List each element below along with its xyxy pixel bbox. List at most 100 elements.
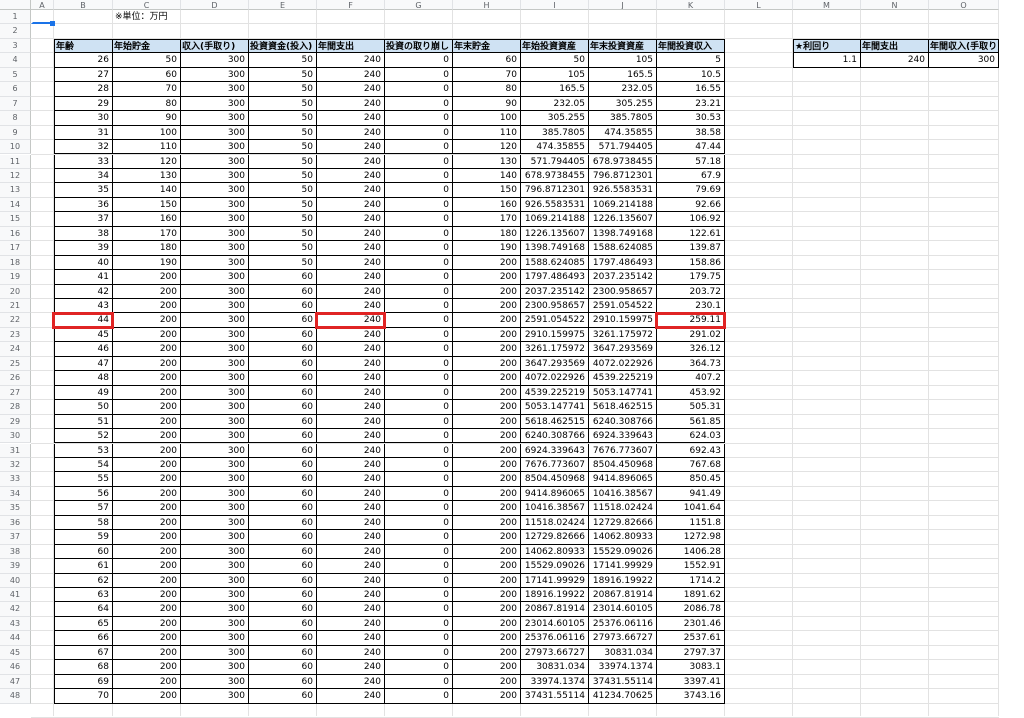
table-cell[interactable]: 50 <box>249 212 317 227</box>
table-cell[interactable]: 8504.450968 <box>589 457 657 473</box>
table-cell[interactable]: 41234.70625 <box>589 689 657 704</box>
table-cell[interactable]: 11518.02424 <box>589 501 657 516</box>
table-cell[interactable]: 50 <box>249 241 317 256</box>
column-header-e[interactable]: E <box>249 0 317 10</box>
table-cell[interactable]: 240 <box>317 212 385 227</box>
table-cell[interactable]: 20867.81914 <box>589 588 657 603</box>
table-cell[interactable]: 33974.1374 <box>589 660 657 675</box>
table-cell[interactable]: 240 <box>317 140 385 155</box>
column-header-k[interactable]: K <box>657 0 725 10</box>
table-cell[interactable]: 47.44 <box>657 140 725 155</box>
table-cell[interactable]: 10416.38567 <box>521 501 589 516</box>
table-cell[interactable]: 300 <box>181 212 249 227</box>
table-cell[interactable]: 69 <box>54 674 113 690</box>
table-cell[interactable]: 60 <box>249 486 317 502</box>
table-cell[interactable]: 200 <box>453 270 521 285</box>
table-cell[interactable]: 50 <box>249 82 317 97</box>
table-cell[interactable]: 158.86 <box>657 255 725 271</box>
table-cell[interactable]: 240 <box>317 486 385 502</box>
table-cell[interactable]: 1398.749168 <box>521 241 589 256</box>
table-cell[interactable]: 200 <box>453 371 521 386</box>
table-cell[interactable]: 3647.293569 <box>589 342 657 357</box>
row-header[interactable]: 10 <box>0 140 31 155</box>
table-cell[interactable]: 150 <box>453 183 521 198</box>
table-cell[interactable]: 56 <box>54 486 113 502</box>
column-header-f[interactable]: F <box>317 0 385 10</box>
table-cell[interactable]: 3743.16 <box>657 689 725 704</box>
table-cell[interactable]: 200 <box>453 588 521 603</box>
table-cell[interactable]: 0 <box>385 429 453 444</box>
table-header-cell[interactable]: 年齢 <box>54 38 113 54</box>
table-cell[interactable]: 23.21 <box>657 96 725 112</box>
table-cell[interactable]: 122.61 <box>657 226 725 242</box>
table-cell[interactable]: 65 <box>54 616 113 632</box>
table-cell[interactable]: 18916.19922 <box>589 573 657 588</box>
table-cell[interactable]: 200 <box>453 573 521 588</box>
table-cell[interactable]: 200 <box>453 631 521 646</box>
table-cell[interactable]: 300 <box>181 299 249 314</box>
table-cell[interactable]: 2300.958657 <box>521 299 589 314</box>
table-cell[interactable]: 50 <box>249 125 317 141</box>
table-cell[interactable]: 60 <box>249 631 317 646</box>
table-cell[interactable]: 57 <box>54 501 113 516</box>
table-cell[interactable]: 230.1 <box>657 299 725 314</box>
table-cell[interactable]: 30 <box>54 111 113 126</box>
table-cell[interactable]: 767.68 <box>657 457 725 473</box>
table-cell[interactable]: 240 <box>317 241 385 256</box>
table-cell[interactable]: 240 <box>317 313 385 328</box>
table-cell[interactable]: 50 <box>249 53 317 68</box>
table-cell[interactable]: 59 <box>54 530 113 545</box>
table-cell[interactable]: 0 <box>385 327 453 343</box>
table-cell[interactable]: 0 <box>385 486 453 502</box>
table-cell[interactable]: 240 <box>317 111 385 126</box>
table-cell[interactable]: 160 <box>113 212 181 227</box>
table-cell[interactable]: 200 <box>453 616 521 632</box>
table-cell[interactable]: 240 <box>317 501 385 516</box>
table-cell[interactable]: 200 <box>113 573 181 588</box>
table-cell[interactable]: 200 <box>453 284 521 299</box>
table-cell[interactable]: 305.255 <box>521 111 589 126</box>
table-cell[interactable]: 0 <box>385 241 453 256</box>
table-cell[interactable]: 850.45 <box>657 472 725 487</box>
table-cell[interactable]: 46 <box>54 342 113 357</box>
table-cell[interactable]: 300 <box>181 270 249 285</box>
table-cell[interactable]: 25376.06116 <box>589 616 657 632</box>
table-cell[interactable]: 200 <box>453 299 521 314</box>
table-cell[interactable]: 453.92 <box>657 385 725 401</box>
table-cell[interactable]: 624.03 <box>657 429 725 444</box>
table-cell[interactable]: 240 <box>317 342 385 357</box>
table-cell[interactable]: 15529.09026 <box>521 559 589 574</box>
row-header[interactable]: 11 <box>0 154 31 169</box>
table-cell[interactable]: 240 <box>317 616 385 632</box>
table-cell[interactable]: 58 <box>54 515 113 531</box>
table-cell[interactable]: 0 <box>385 154 453 169</box>
table-cell[interactable]: 100 <box>113 125 181 141</box>
row-header[interactable]: 16 <box>0 226 31 242</box>
table-cell[interactable]: 1226.135607 <box>589 212 657 227</box>
table-cell[interactable]: 105 <box>589 53 657 68</box>
table-cell[interactable]: 0 <box>385 443 453 458</box>
table-cell[interactable]: 200 <box>113 313 181 328</box>
table-cell[interactable]: 60 <box>249 356 317 372</box>
table-cell[interactable]: 66 <box>54 631 113 646</box>
table-cell[interactable]: 240 <box>317 674 385 690</box>
table-cell[interactable]: 200 <box>113 443 181 458</box>
table-cell[interactable]: 2910.159975 <box>521 327 589 343</box>
table-cell[interactable]: 179.75 <box>657 270 725 285</box>
table-cell[interactable]: 60 <box>249 616 317 632</box>
table-cell[interactable]: 300 <box>181 226 249 242</box>
table-cell[interactable]: 60 <box>249 327 317 343</box>
table-cell[interactable]: 40 <box>54 255 113 271</box>
table-cell[interactable]: 5 <box>657 53 725 68</box>
table-cell[interactable]: 0 <box>385 270 453 285</box>
table-header-cell[interactable]: 年末貯金 <box>453 38 521 54</box>
row-header[interactable]: 31 <box>0 443 31 458</box>
table-cell[interactable]: 200 <box>113 689 181 704</box>
table-cell[interactable]: 240 <box>317 183 385 198</box>
table-cell[interactable]: 300 <box>181 168 249 184</box>
table-cell[interactable]: 300 <box>181 414 249 430</box>
table-cell[interactable]: 110 <box>113 140 181 155</box>
table-cell[interactable]: 200 <box>113 284 181 299</box>
row-header[interactable]: 35 <box>0 501 31 516</box>
row-header[interactable]: 7 <box>0 96 31 112</box>
